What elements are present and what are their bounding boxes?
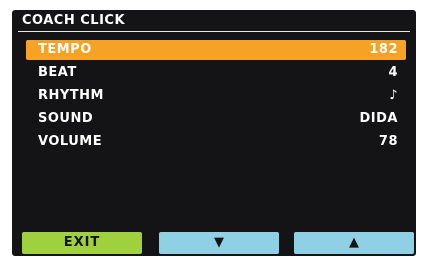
down-button[interactable]: ▼ [159,232,279,254]
title-bar: COACH CLICK [12,10,416,32]
triangle-down-icon: ▼ [214,235,224,250]
exit-button[interactable]: EXIT [22,232,142,254]
menu-item-value: DIDA [359,111,398,126]
menu-item-label: VOLUME [38,134,103,149]
page-title: COACH CLICK [22,13,126,28]
menu-item-rhythm[interactable]: RHYTHM ♪ [26,86,406,106]
lcd-screen: COACH CLICK TEMPO 182 BEAT 4 RHYTHM ♪ SO… [12,10,416,256]
settings-menu: TEMPO 182 BEAT 4 RHYTHM ♪ SOUND DIDA VOL… [26,40,406,155]
menu-item-label: TEMPO [38,42,92,57]
menu-item-value: 78 [378,134,398,149]
menu-item-beat[interactable]: BEAT 4 [26,63,406,83]
triangle-up-icon: ▲ [349,235,359,250]
exit-button-label: EXIT [63,235,101,250]
softkey-bar: EXIT ▼ ▲ [12,232,416,256]
menu-item-label: BEAT [38,65,77,80]
menu-item-sound[interactable]: SOUND DIDA [26,109,406,129]
menu-item-volume[interactable]: VOLUME 78 [26,132,406,152]
menu-item-tempo[interactable]: TEMPO 182 [26,40,406,60]
menu-item-value: 182 [369,42,398,57]
title-divider [18,31,410,32]
menu-item-value: 4 [388,65,398,80]
eighth-note-icon: ♪ [389,88,398,103]
menu-item-label: RHYTHM [38,88,104,103]
menu-item-label: SOUND [38,111,94,126]
up-button[interactable]: ▲ [294,232,414,254]
device-bezel: COACH CLICK TEMPO 182 BEAT 4 RHYTHM ♪ SO… [0,0,424,256]
